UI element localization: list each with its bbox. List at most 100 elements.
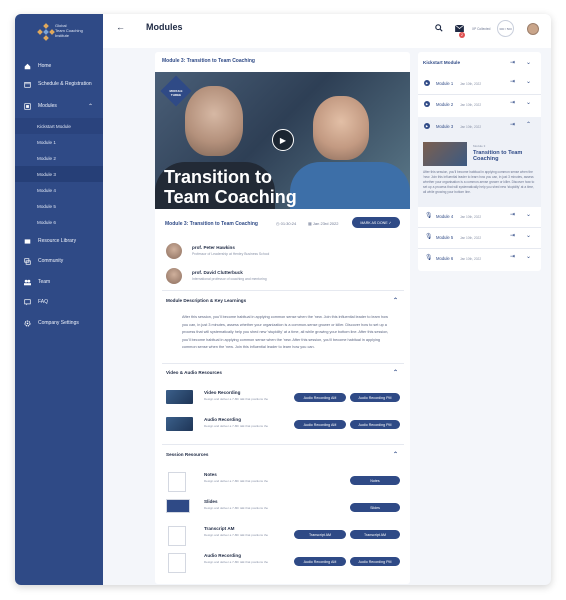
- presenter: prof. Peter Hawkins Professor of Leaders…: [166, 243, 366, 263]
- page-title: Modules: [146, 22, 183, 32]
- presenter: prof. David Clutterbuck International pr…: [166, 268, 366, 288]
- sidebar-item-community[interactable]: Community: [15, 253, 103, 269]
- module-date: Jan 10th, 2022: [460, 256, 482, 261]
- description-section-header[interactable]: Module Description & Key Learnings ⌃: [166, 297, 402, 304]
- chevron-down-icon[interactable]: ⌄: [526, 211, 531, 218]
- audio-recording-am-button[interactable]: Audio Recording AM: [294, 557, 346, 566]
- audio-recording-am-button[interactable]: Audio Recording AM: [294, 420, 346, 429]
- sidebar-sub-module-3[interactable]: Module 3: [15, 166, 103, 182]
- sidebar-sub-module-4[interactable]: Module 4: [15, 182, 103, 198]
- button-label: Audio Recording PM: [358, 559, 392, 564]
- presenter-role: Professor of Leadership at Henley Busine…: [192, 252, 270, 256]
- chevron-down-icon[interactable]: ⌄: [526, 59, 531, 66]
- module-date: Jan 10th, 2022: [460, 235, 482, 240]
- video-audio-section-header[interactable]: Video & Audio Resources ⌃: [166, 369, 402, 376]
- audio-recording-am-button[interactable]: Audio Recording AM: [294, 393, 346, 402]
- module-label: Module 2: [436, 102, 454, 107]
- open-external-icon[interactable]: ⇥: [510, 253, 515, 260]
- microphone-icon: 🎙: [425, 255, 433, 261]
- sidebar-item-label: Company Settings: [38, 320, 79, 326]
- module-list-item[interactable]: 🎙 Module 6 Jan 10th, 2022 ⇥ ⌄: [418, 249, 541, 269]
- hero-title: Transition to Team Coaching: [164, 167, 297, 207]
- sidebar-item-team[interactable]: Team: [15, 274, 103, 290]
- resource-name: Audio Recording: [204, 417, 242, 422]
- button-label: Notes: [370, 478, 380, 483]
- back-arrow-icon[interactable]: ←: [116, 22, 125, 32]
- sidebar-sub-module-2[interactable]: Module 2: [15, 150, 103, 166]
- logo-text: Global Team Coaching Institute: [55, 23, 83, 38]
- video-player[interactable]: MODULE THREE ▶ Transition to Team Coachi…: [155, 72, 410, 209]
- chevron-up-icon[interactable]: ⌃: [88, 103, 93, 110]
- play-button[interactable]: ▶: [272, 129, 294, 151]
- slides-button[interactable]: Slides: [350, 503, 400, 512]
- module-list-item-open[interactable]: ▶ Module 3 Jan 10th, 2022 ⇥ ⌃: [418, 117, 541, 137]
- library-icon: [23, 237, 31, 245]
- audio-recording-pm-button[interactable]: Audio Recording PM: [350, 420, 400, 429]
- button-label: Audio Recording AM: [303, 559, 337, 564]
- open-external-icon[interactable]: ⇥: [510, 211, 515, 218]
- chevron-down-icon[interactable]: ⌄: [526, 253, 531, 260]
- slides-thumbnail[interactable]: [166, 499, 190, 513]
- transcript-am-button[interactable]: Transcript AM: [294, 530, 346, 539]
- open-external-icon[interactable]: ⇥: [510, 59, 515, 66]
- module-label: Module 5: [436, 235, 454, 240]
- sidebar-sub-module-5[interactable]: Module 5: [15, 198, 103, 214]
- sidebar-item-label: Resource Library: [38, 238, 77, 244]
- avatar[interactable]: [527, 23, 539, 35]
- sidebar-item-resource-library[interactable]: Resource Library: [15, 233, 103, 249]
- open-external-icon[interactable]: ⇥: [510, 121, 515, 128]
- document-thumbnail[interactable]: [168, 526, 186, 546]
- sidebar-item-company-settings[interactable]: Company Settings: [15, 315, 103, 331]
- detail-meta: Module 3: [473, 144, 486, 148]
- resource-name: Video Recording: [204, 390, 241, 395]
- mark-as-done-label: MARK AS DONE: [360, 220, 388, 225]
- chevron-down-icon[interactable]: ⌄: [526, 78, 531, 85]
- modules-icon: [23, 102, 31, 110]
- session-resources-section-header[interactable]: Session Resources ⌃: [166, 451, 402, 458]
- resource-name: Notes: [204, 472, 217, 477]
- play-icon: ▶: [424, 101, 430, 107]
- module-list-item[interactable]: 🎙 Module 4 Jan 10th, 2022 ⇥ ⌄: [418, 207, 541, 227]
- chevron-up-icon[interactable]: ⌃: [393, 297, 398, 304]
- module-badge-text: MODULE THREE: [169, 89, 183, 97]
- open-external-icon[interactable]: ⇥: [510, 78, 515, 85]
- sidebar-item-modules[interactable]: Modules ⌃: [15, 98, 103, 114]
- module-list-item[interactable]: ▶ Module 1 Jan 10th, 2022 ⇥ ⌄: [418, 74, 541, 94]
- sidebar-item-schedule[interactable]: Schedule & Registration: [15, 76, 103, 92]
- chevron-up-icon[interactable]: ⌃: [526, 121, 531, 128]
- module-thumbnail[interactable]: [423, 142, 467, 166]
- video-thumbnail[interactable]: [166, 390, 193, 404]
- mark-as-done-button[interactable]: MARK AS DONE ✓: [352, 217, 400, 228]
- sidebar-item-home[interactable]: Home: [15, 58, 103, 74]
- search-icon[interactable]: [435, 24, 443, 34]
- notes-button[interactable]: Notes: [350, 476, 400, 485]
- document-thumbnail[interactable]: [168, 553, 186, 573]
- chevron-down-icon[interactable]: ⌄: [526, 232, 531, 239]
- audio-thumbnail[interactable]: [166, 417, 193, 431]
- open-external-icon[interactable]: ⇥: [510, 232, 515, 239]
- document-thumbnail[interactable]: [168, 472, 186, 492]
- sidebar-sub-module-6[interactable]: Module 6: [15, 214, 103, 230]
- sidebar-sub-kickstart[interactable]: Kickstart Module: [15, 118, 103, 134]
- audio-recording-pm-button[interactable]: Audio Recording PM: [350, 393, 400, 402]
- chevron-down-icon[interactable]: ⌄: [526, 99, 531, 106]
- microphone-icon: 🎙: [425, 213, 433, 219]
- check-circle-icon: ✓: [388, 220, 392, 225]
- resource-name: Transcript AM: [204, 526, 235, 531]
- chevron-up-icon[interactable]: ⌃: [393, 451, 398, 458]
- module-list-item[interactable]: 🎙 Module 5 Jan 10th, 2022 ⇥ ⌄: [418, 228, 541, 248]
- microphone-icon: 🎙: [425, 234, 433, 240]
- sidebar-sub-module-1[interactable]: Module 1: [15, 134, 103, 150]
- transcript-am-button[interactable]: Transcript AM: [350, 530, 400, 539]
- sidebar-sub-label: Module 3: [37, 171, 56, 177]
- sidebar-item-faq[interactable]: FAQ: [15, 294, 103, 310]
- open-external-icon[interactable]: ⇥: [510, 99, 515, 106]
- module-list-item[interactable]: ▶ Module 2 Jan 10th, 2022 ⇥ ⌄: [418, 95, 541, 115]
- chevron-up-icon[interactable]: ⌃: [393, 369, 398, 376]
- resource-desc: Design and deliver a 7-8th talk that pos…: [204, 479, 269, 483]
- presenter-name: prof. Peter Hawkins: [192, 245, 235, 250]
- sidebar-sub-label: Module 6: [37, 219, 56, 225]
- module-info-title: Module 3: Transition to Team Coaching: [165, 221, 258, 227]
- audio-recording-pm-button[interactable]: Audio Recording PM: [350, 557, 400, 566]
- duration-value: 01:30:24: [280, 221, 297, 226]
